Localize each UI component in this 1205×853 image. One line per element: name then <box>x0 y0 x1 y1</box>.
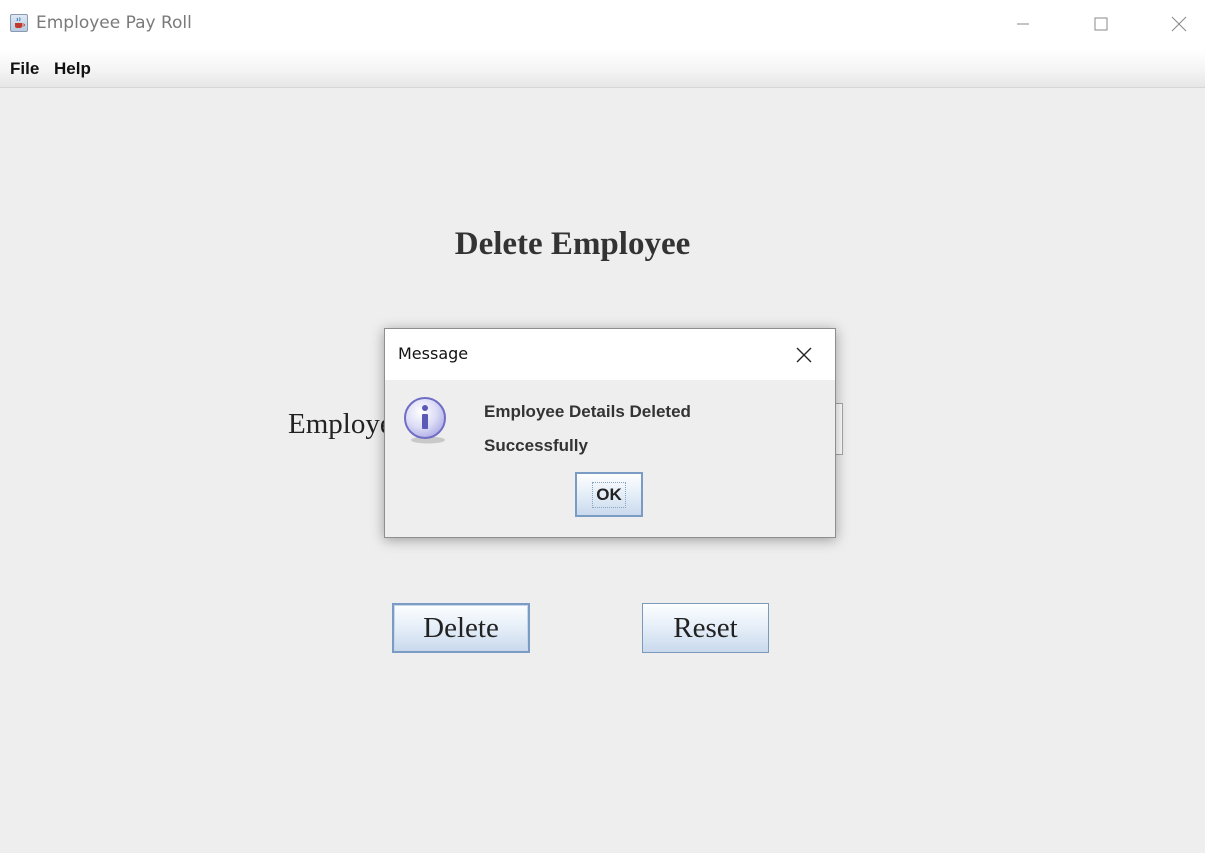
app-window: Employee Pay Roll File Help Delete Emplo… <box>0 0 1205 853</box>
dialog-message-line1: Employee Details Deleted <box>484 402 691 421</box>
menu-bar: File Help <box>0 50 1205 88</box>
ok-button-label: OK <box>592 481 626 508</box>
menu-file[interactable]: File <box>10 59 39 79</box>
java-cup-icon <box>10 14 28 32</box>
title-bar: Employee Pay Roll <box>0 0 1205 50</box>
message-dialog: Message Employee Details Deleted Success… <box>384 328 836 538</box>
minimize-icon <box>1017 23 1029 25</box>
close-icon <box>1171 16 1187 32</box>
maximize-icon <box>1094 17 1108 31</box>
maximize-button[interactable] <box>1087 10 1115 38</box>
menu-help[interactable]: Help <box>54 59 91 79</box>
minimize-button[interactable] <box>1009 10 1037 38</box>
dialog-close-button[interactable] <box>791 342 817 368</box>
info-icon <box>404 397 446 444</box>
dialog-title: Message <box>398 344 469 363</box>
delete-button[interactable]: Delete <box>392 603 530 653</box>
delete-button-label: Delete <box>423 611 499 644</box>
close-icon <box>796 347 812 363</box>
dialog-title-bar: Message <box>385 329 835 380</box>
ok-button[interactable]: OK <box>575 472 643 517</box>
window-close-button[interactable] <box>1165 10 1193 38</box>
page-title: Delete Employee <box>454 226 691 262</box>
dialog-message-line2: Successfully <box>484 436 588 455</box>
reset-button-label: Reset <box>673 611 738 644</box>
window-title: Employee Pay Roll <box>36 13 192 33</box>
reset-button[interactable]: Reset <box>642 603 769 653</box>
